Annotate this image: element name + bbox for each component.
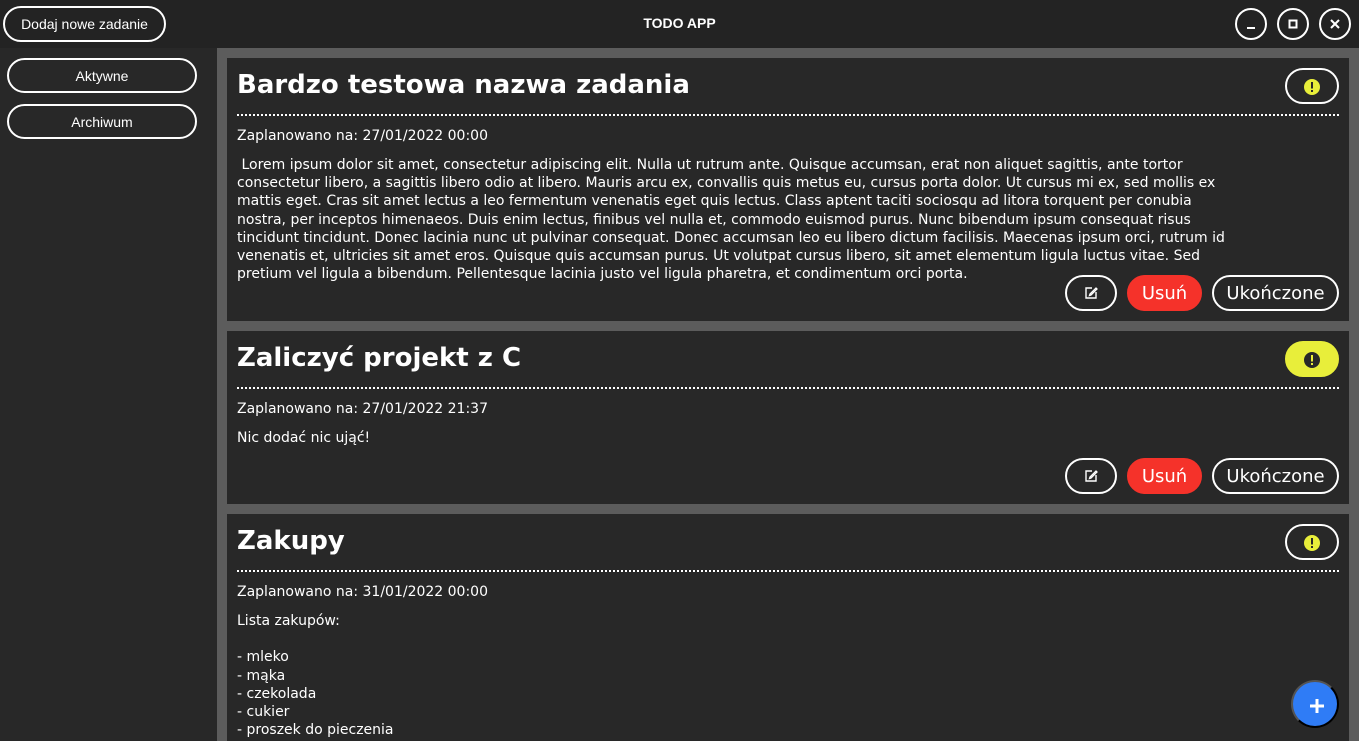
- close-button[interactable]: [1319, 8, 1351, 40]
- task-description: Nic dodać nic ująć!: [237, 430, 371, 446]
- app-title: TODO APP: [643, 15, 716, 31]
- edit-icon: [1085, 470, 1098, 482]
- task-card: Zaliczyć projekt z C Zaplanowano na: 27/…: [227, 331, 1349, 504]
- edit-icon: [1085, 287, 1098, 299]
- task-title: Bardzo testowa nazwa zadania: [237, 70, 690, 100]
- divider: [237, 387, 1339, 389]
- task-date: Zaplanowano na: 31/01/2022 00:00: [237, 584, 488, 600]
- priority-button[interactable]: [1285, 524, 1339, 560]
- exclamation-icon: [1304, 535, 1320, 551]
- plus-icon: [1310, 699, 1324, 713]
- task-title: Zaliczyć projekt z C: [237, 343, 522, 373]
- divider: [237, 114, 1339, 116]
- minimize-button[interactable]: [1235, 8, 1267, 40]
- edit-button[interactable]: [1065, 275, 1117, 311]
- sidebar: Aktywne Archiwum: [0, 48, 217, 741]
- exclamation-icon: [1304, 79, 1320, 95]
- title-bar: Dodaj nowe zadanie TODO APP: [0, 0, 1359, 48]
- task-card: Zakupy Zaplanowano na: 31/01/2022 00:00 …: [227, 514, 1349, 741]
- sidebar-item-archive[interactable]: Archiwum: [7, 104, 197, 139]
- complete-button[interactable]: Ukończone: [1212, 458, 1339, 494]
- divider: [237, 570, 1339, 572]
- task-description: Lista zakupów: - mleko - mąka - czekolad…: [237, 613, 394, 739]
- sidebar-item-active[interactable]: Aktywne: [7, 58, 197, 93]
- priority-button[interactable]: [1285, 68, 1339, 104]
- complete-button[interactable]: Ukończone: [1212, 275, 1339, 311]
- maximize-icon: [1288, 19, 1298, 29]
- task-description: Lorem ipsum dolor sit amet, consectetur …: [237, 157, 1230, 283]
- exclamation-icon: [1304, 352, 1320, 368]
- priority-button[interactable]: [1285, 341, 1339, 377]
- task-list[interactable]: Bardzo testowa nazwa zadania Zaplanowano…: [217, 48, 1359, 741]
- delete-button[interactable]: Usuń: [1127, 275, 1202, 311]
- add-task-fab[interactable]: [1291, 680, 1339, 728]
- task-card: Bardzo testowa nazwa zadania Zaplanowano…: [227, 58, 1349, 321]
- maximize-button[interactable]: [1277, 8, 1309, 40]
- task-date: Zaplanowano na: 27/01/2022 21:37: [237, 401, 488, 417]
- close-icon: [1330, 19, 1340, 29]
- edit-button[interactable]: [1065, 458, 1117, 494]
- task-date: Zaplanowano na: 27/01/2022 00:00: [237, 128, 488, 144]
- minimize-icon: [1247, 27, 1255, 29]
- task-title: Zakupy: [237, 526, 345, 556]
- delete-button[interactable]: Usuń: [1127, 458, 1202, 494]
